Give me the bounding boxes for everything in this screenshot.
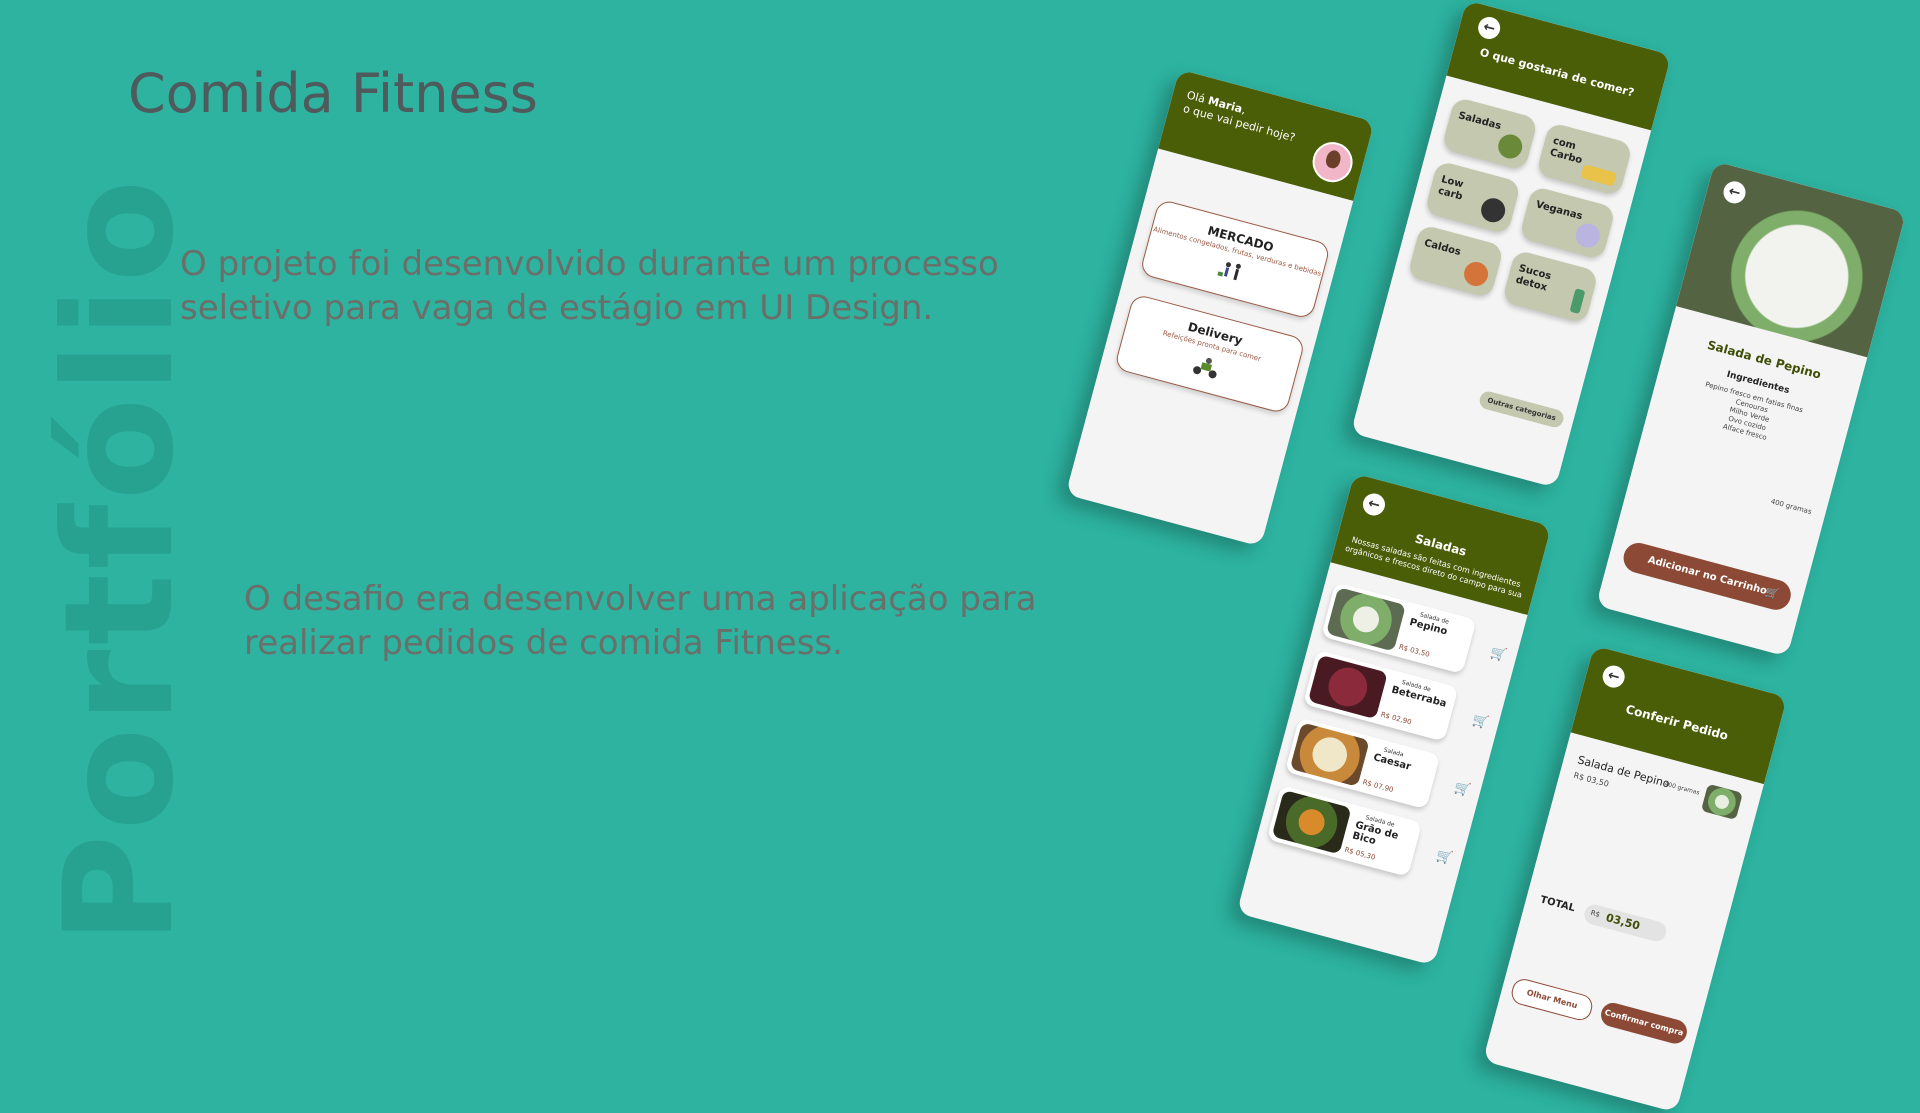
salad-bowl-icon <box>1495 131 1525 162</box>
total-value: 03,50 <box>1604 911 1642 933</box>
salad-photo <box>1676 161 1907 358</box>
vegan-plate-icon <box>1573 220 1603 251</box>
order-item-weight: 400 gramas <box>1663 780 1701 797</box>
intro-paragraph: O projeto foi desenvolvido durante um pr… <box>180 244 999 328</box>
total-box: R$ 03,50 <box>1582 902 1669 944</box>
category-label: Sucos detox <box>1514 263 1553 294</box>
confirm-purchase-button[interactable]: Confirmar compra <box>1598 1000 1690 1047</box>
soup-icon <box>1461 259 1491 289</box>
greeting: Olá Maria, o que vai pedir hoje? <box>1181 88 1297 145</box>
item-photo <box>1325 587 1406 652</box>
cart-icon[interactable]: 🛒 <box>1453 780 1473 799</box>
add-to-cart-button[interactable]: Adicionar no Carrinho 🛒 <box>1620 539 1795 614</box>
arrow-left-icon[interactable]: ← <box>1600 663 1628 691</box>
category-caldos[interactable]: Caldos <box>1407 224 1505 299</box>
cart-icon: 🛒 <box>1763 585 1781 602</box>
view-menu-button[interactable]: Olhar Menu <box>1508 976 1595 1023</box>
arrow-left-icon[interactable]: ← <box>1475 14 1503 42</box>
home-screen: Olá Maria, o que vai pedir hoje? MERCADO… <box>1065 69 1375 547</box>
dish-weight: 400 gramas <box>1769 497 1813 517</box>
order-item-photo <box>1700 783 1743 821</box>
challenge-paragraph: O desafio era desenvolver uma aplicação … <box>244 579 1037 663</box>
scooter-icon <box>1193 357 1217 379</box>
category-low-carb[interactable]: Low carb <box>1424 160 1522 235</box>
category-label: Caldos <box>1422 237 1462 259</box>
total-currency: R$ <box>1589 908 1601 919</box>
add-to-cart-label: Adicionar no Carrinho <box>1646 554 1769 598</box>
item-photo <box>1307 654 1388 720</box>
detail-screen: ← Salada de Pepino Ingredientes Pepino f… <box>1595 161 1907 657</box>
avatar[interactable] <box>1308 137 1358 187</box>
category-label: Veganas <box>1534 199 1584 223</box>
cart-icon[interactable]: 🛒 <box>1489 645 1509 664</box>
category-label: Saladas <box>1457 110 1503 133</box>
other-categories-button[interactable]: Outras categorias <box>1477 389 1566 430</box>
item-photo <box>1289 722 1370 787</box>
salads-list-screen: ← Saladas Nossas saladas são feitas com … <box>1236 473 1552 966</box>
item-photo <box>1271 789 1352 855</box>
category-com-carbo[interactable]: com Carbo <box>1535 121 1633 197</box>
category-saladas[interactable]: Saladas <box>1441 96 1539 171</box>
categories-screen: ← O que gostaria de comer? Saladas com C… <box>1350 0 1672 488</box>
pasta-dish-icon <box>1580 164 1617 187</box>
page-title: Comida Fitness <box>128 62 538 125</box>
order-title: Conferir Pedido <box>1624 702 1730 743</box>
order-item-name: Salada de Pepino <box>1576 753 1672 791</box>
category-veganas[interactable]: Veganas <box>1518 185 1616 261</box>
shopping-people-icon <box>1217 262 1241 281</box>
cart-icon[interactable]: 🛒 <box>1471 713 1491 732</box>
total-label: TOTAL <box>1538 894 1577 915</box>
arrow-left-icon[interactable]: ← <box>1360 491 1388 518</box>
category-sucos-detox[interactable]: Sucos detox <box>1501 249 1599 324</box>
order-screen: ← Conferir Pedido Salada de Pepino R$ 03… <box>1482 645 1788 1113</box>
home-header: Olá Maria, o que vai pedir hoje? <box>1158 69 1375 201</box>
option-delivery[interactable]: Delivery Refeições pronta para comer <box>1113 293 1306 415</box>
categories-title: O que gostaria de comer? <box>1478 45 1636 100</box>
cart-icon[interactable]: 🛒 <box>1434 848 1454 867</box>
